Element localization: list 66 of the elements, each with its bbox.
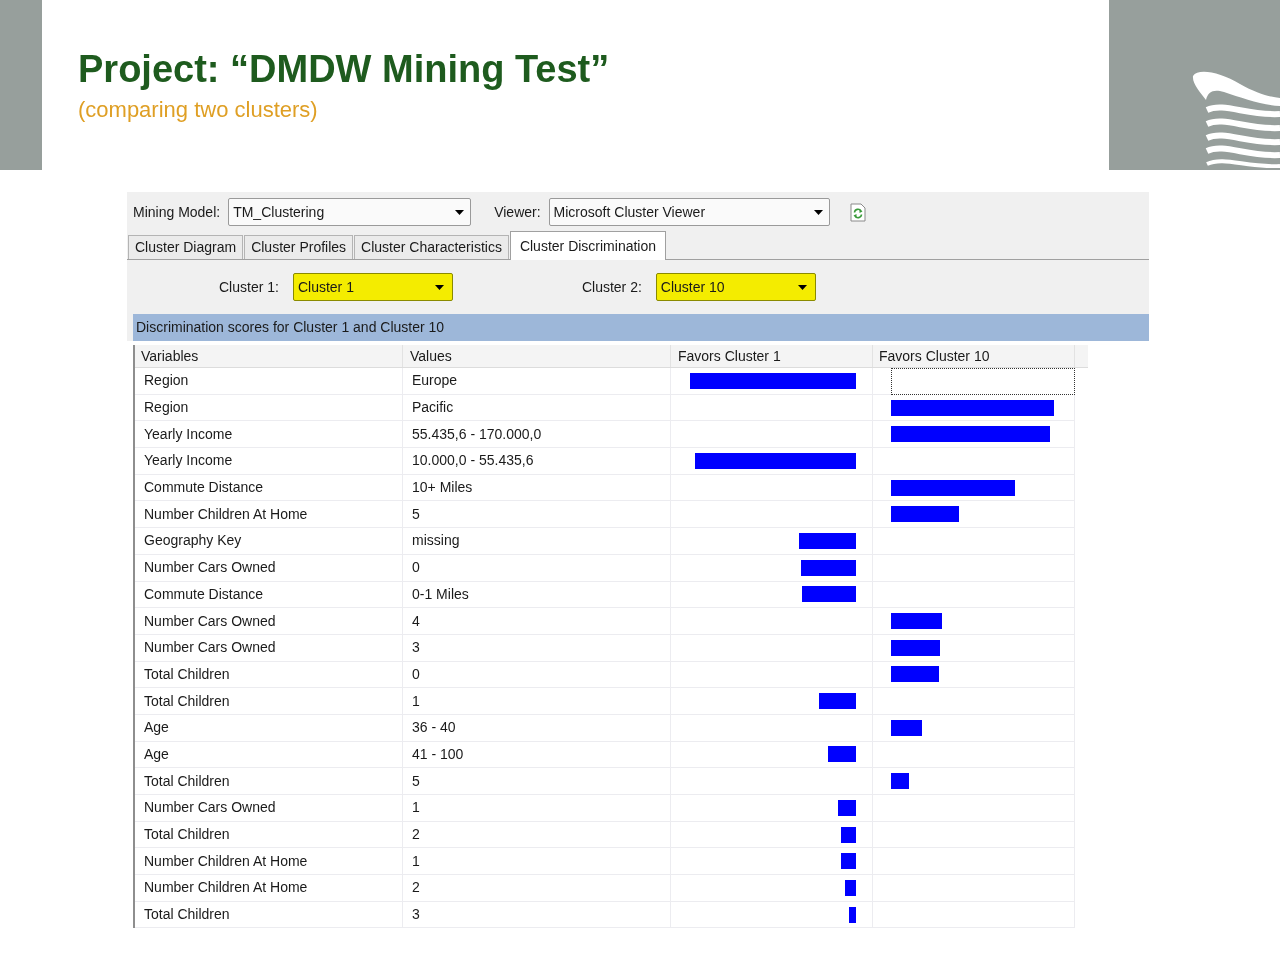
table-cell: Region — [135, 368, 403, 395]
table-cell: 1 — [403, 795, 671, 822]
table-cell: Age — [135, 741, 403, 769]
column-header: Variables — [135, 345, 403, 367]
table-cell: 3 — [403, 901, 671, 929]
table-cell: Number Children At Home — [135, 848, 403, 876]
caret-icon — [434, 284, 444, 290]
table-cell: Number Cars Owned — [135, 608, 403, 635]
table-cell: Number Children At Home — [135, 875, 403, 902]
table-cell: 0-1 Miles — [403, 581, 671, 609]
table-cell: Pacific — [403, 394, 671, 422]
table-cell: Total Children — [135, 768, 403, 795]
table-cell: Europe — [403, 368, 671, 395]
column-header: Favors Cluster 10 — [873, 345, 1075, 367]
table-cell: Total Children — [135, 661, 403, 689]
table-cell: 0 — [403, 554, 671, 582]
table-cell: 2 — [403, 875, 671, 902]
viewer-dropdown[interactable]: Microsoft Cluster Viewer — [548, 198, 830, 226]
table-cell: 55.435,6 - 170.000,0 — [403, 421, 671, 449]
table-cell: Commute Distance — [135, 474, 403, 502]
table-cell: Geography Key — [135, 528, 403, 555]
column-header: Values — [403, 345, 671, 367]
slide-subtitle: (comparing two clusters) — [78, 97, 318, 123]
tab[interactable]: Cluster Diagram — [128, 235, 244, 259]
table-cell: Total Children — [135, 821, 403, 849]
table-cell: 3 — [403, 634, 671, 662]
table-cell: 10.000,0 - 55.435,6 — [403, 448, 671, 475]
tab[interactable]: Cluster Discrimination — [509, 231, 667, 260]
field-label: Mining Model: — [133, 202, 221, 222]
caret-icon — [813, 209, 823, 215]
table-cell: Number Children At Home — [135, 501, 403, 529]
mining-model-dropdown[interactable]: TM_Clustering — [228, 198, 472, 226]
field-label: Viewer: — [494, 202, 541, 222]
table-cell: 5 — [403, 768, 671, 795]
table-cell: Yearly Income — [135, 421, 403, 449]
table-cell: missing — [403, 528, 671, 555]
caret-icon — [797, 284, 807, 290]
table-cell: Yearly Income — [135, 448, 403, 475]
table-cell: Total Children — [135, 688, 403, 715]
field-label: Cluster 1: — [219, 277, 279, 297]
table-cell: 1 — [403, 848, 671, 876]
cluster-dropdown[interactable]: Cluster 1 — [292, 273, 453, 301]
table-cell: Number Cars Owned — [135, 554, 403, 582]
table-cell: Number Cars Owned — [135, 634, 403, 662]
field-label: Cluster 2: — [581, 277, 642, 297]
table-cell: 36 - 40 — [403, 714, 671, 742]
slide-title: Project: “DMDW Mining Test” — [78, 47, 610, 92]
table-cell: 1 — [403, 688, 671, 715]
caret-icon — [455, 209, 465, 215]
table-cell: Commute Distance — [135, 581, 403, 609]
table-cell: Number Cars Owned — [135, 795, 403, 822]
table-cell: 41 - 100 — [403, 741, 671, 769]
table-cell: Age — [135, 714, 403, 742]
table-cell: 10+ Miles — [403, 474, 671, 502]
table-cell: Region — [135, 394, 403, 422]
table-cell: 0 — [403, 661, 671, 689]
table-caption: Discrimination scores for Cluster 1 and Cluster 10 — [133, 314, 1149, 341]
table-cell: 5 — [403, 501, 671, 529]
cluster-dropdown[interactable]: Cluster 10 — [655, 273, 816, 301]
table-cell: 2 — [403, 821, 671, 849]
tab[interactable]: Cluster Profiles — [244, 235, 354, 259]
table-cell: 4 — [403, 608, 671, 635]
column-header: Favors Cluster 1 — [671, 345, 873, 367]
tab[interactable]: Cluster Characteristics — [354, 235, 509, 259]
refresh-icon[interactable] — [849, 202, 866, 222]
table-cell: Total Children — [135, 901, 403, 929]
